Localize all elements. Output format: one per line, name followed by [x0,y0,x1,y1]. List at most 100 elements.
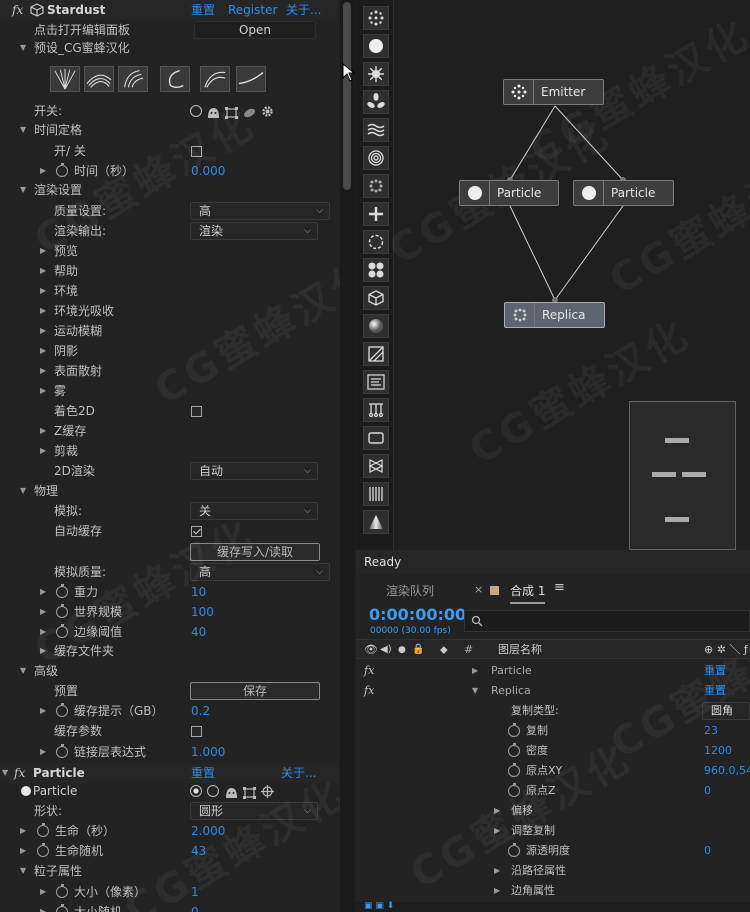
world-scale-value[interactable]: 100 [191,602,214,622]
replica-node-tool[interactable] [363,174,389,198]
lock-icon[interactable]: 🔒 [412,640,424,660]
timecode[interactable]: 0:00:00:00 [369,605,466,624]
audio-icon[interactable]: ◀) [380,640,392,660]
quality-select[interactable]: 高 ⌵ [190,202,330,220]
stopwatch-icon[interactable] [508,723,520,737]
plane-node-tool[interactable] [363,342,389,366]
left-scrollbar-thumb[interactable] [343,2,351,190]
register-link[interactable]: Register [228,0,277,20]
save-button[interactable]: 保存 [190,682,320,700]
stopwatch-icon[interactable] [56,744,68,758]
prop-corner[interactable]: ▶ 边角属性 [356,881,750,901]
physics-row[interactable]: ▼ 物理 [0,481,338,501]
preset-thumbnail-5[interactable] [200,66,230,92]
reset-link[interactable]: 重置 [191,763,215,783]
switch-row: 开关: [0,101,338,121]
emitter-node-tool[interactable] [363,6,389,30]
particle-dot-icon [21,786,31,796]
footer-toggle-icon[interactable]: ▣ ▣ ⬇ [364,901,394,911]
tab-menu-icon[interactable]: ≡ [554,580,565,595]
cube-icon [30,3,44,17]
stopwatch-icon[interactable] [56,884,68,898]
four-circles-node-tool[interactable] [363,258,389,282]
lines-node-tool[interactable] [363,482,389,506]
particle-node-2[interactable]: Particle [573,180,674,206]
cone-node-tool[interactable] [363,510,389,534]
preset-row[interactable]: ▼ 预设_CG蜜蜂汉化 [0,38,338,58]
force-node-tool[interactable] [363,398,389,422]
stopwatch-icon[interactable] [56,703,68,717]
stopwatch-icon[interactable] [37,823,49,837]
edge-thresh-value[interactable]: 40 [191,622,206,642]
solo-icon[interactable]: ● [398,640,406,660]
stopwatch-icon[interactable] [37,843,49,857]
burst-node-tool[interactable] [363,62,389,86]
wave-node-tool[interactable] [363,118,389,142]
cache-params-checkbox[interactable] [191,726,202,737]
stopwatch-icon[interactable] [508,763,520,777]
particle-node-tool[interactable] [363,34,389,58]
sphere-node-tool[interactable] [363,314,389,338]
graph-minimap[interactable] [629,401,736,550]
preset-thumbnail-6[interactable] [236,66,266,92]
replica-node[interactable]: Replica [504,302,605,328]
emitter-node[interactable]: Emitter [503,79,604,105]
zbuf-row[interactable]: ▶ Z缓存 [0,421,338,441]
mouse-cursor-icon [342,63,356,82]
target-node-tool[interactable] [363,146,389,170]
open-button[interactable]: Open [194,21,316,39]
link-expr-row: ▶ 链接层表达式 1.000 [0,742,338,762]
effect-header-stardust[interactable]: fx Stardust 重置 Register 关于... [0,0,338,20]
expand-triangle-icon[interactable]: ▼ [20,38,26,58]
cube-node-tool[interactable] [363,286,389,310]
open-panel-row: 点击打开编辑面板 Open [0,20,338,40]
fx-icon[interactable]: fx [14,763,25,783]
about-link[interactable]: 关于... [286,0,321,20]
preset-thumbnail-3[interactable] [118,66,148,92]
render-out-select[interactable]: 渲染 ⌵ [190,222,318,240]
effect-header-particle[interactable]: ▼ fx Particle 重置 关于... [0,763,338,783]
fx-icon[interactable]: fx [364,661,374,681]
stopwatch-icon[interactable] [56,904,68,912]
preset-thumbnail-2[interactable] [84,66,114,92]
circle-mode-icon[interactable] [190,785,202,797]
search-icon [471,615,483,627]
rounded-rect-node-tool[interactable] [363,426,389,450]
render2d-row: 2D渲染 自动 ⌵ [0,461,338,481]
triangle-node-tool[interactable] [363,454,389,478]
face-mode-icon[interactable] [225,785,238,798]
chevron-down-icon: ⌵ [316,567,323,577]
stopwatch-icon[interactable] [508,743,520,757]
text-node-tool[interactable] [363,370,389,394]
reset-link[interactable]: 重置 [191,0,215,20]
gear-icon[interactable] [261,104,274,117]
stopwatch-icon[interactable] [56,584,68,598]
bbox-mode-icon[interactable] [243,785,256,799]
tab-comp[interactable]: 合成 1 [510,582,546,604]
layer-name-column[interactable]: 图层名称 [498,640,542,660]
close-tab-icon[interactable]: × [474,583,483,596]
cache-hint-value[interactable]: 0.2 [191,701,210,721]
preset-thumbnail-1[interactable] [50,66,80,92]
eye-icon[interactable]: 👁 [364,640,378,660]
fps-display: 00000 (30.00 fps) [370,626,451,636]
preset-thumbnail-4[interactable] [160,66,190,92]
render2d-select[interactable]: 自动 ⌵ [190,462,318,480]
ring-mode-icon[interactable] [207,785,219,797]
crop-row[interactable]: ▶ 剪裁 [0,441,338,461]
tab-render-queue[interactable]: 渲染队列 [386,582,434,599]
particle-node-1[interactable]: Particle [459,180,559,206]
label-tag-icon[interactable]: ⬥ [440,640,448,660]
shade2d-checkbox[interactable] [191,406,202,417]
layer-search-input[interactable] [464,610,750,632]
effect-name: Stardust [47,3,106,17]
fan-node-tool[interactable] [363,90,389,114]
stopwatch-icon[interactable] [56,163,68,177]
fx-icon[interactable]: fx [12,0,23,20]
auto-cache-row: 自动缓存 [0,521,338,541]
chevron-down-icon: ⌵ [304,226,311,236]
link-expr-value[interactable]: 1.000 [191,742,225,762]
fx-icon[interactable]: fx [364,681,374,701]
node-graph[interactable]: CG蜜蜂汉化 CG蜜蜂汉化 CG蜜蜂汉化 CG蜜蜂汉化 Emitter Part… [342,0,750,550]
particle-circle-icon [574,181,604,205]
